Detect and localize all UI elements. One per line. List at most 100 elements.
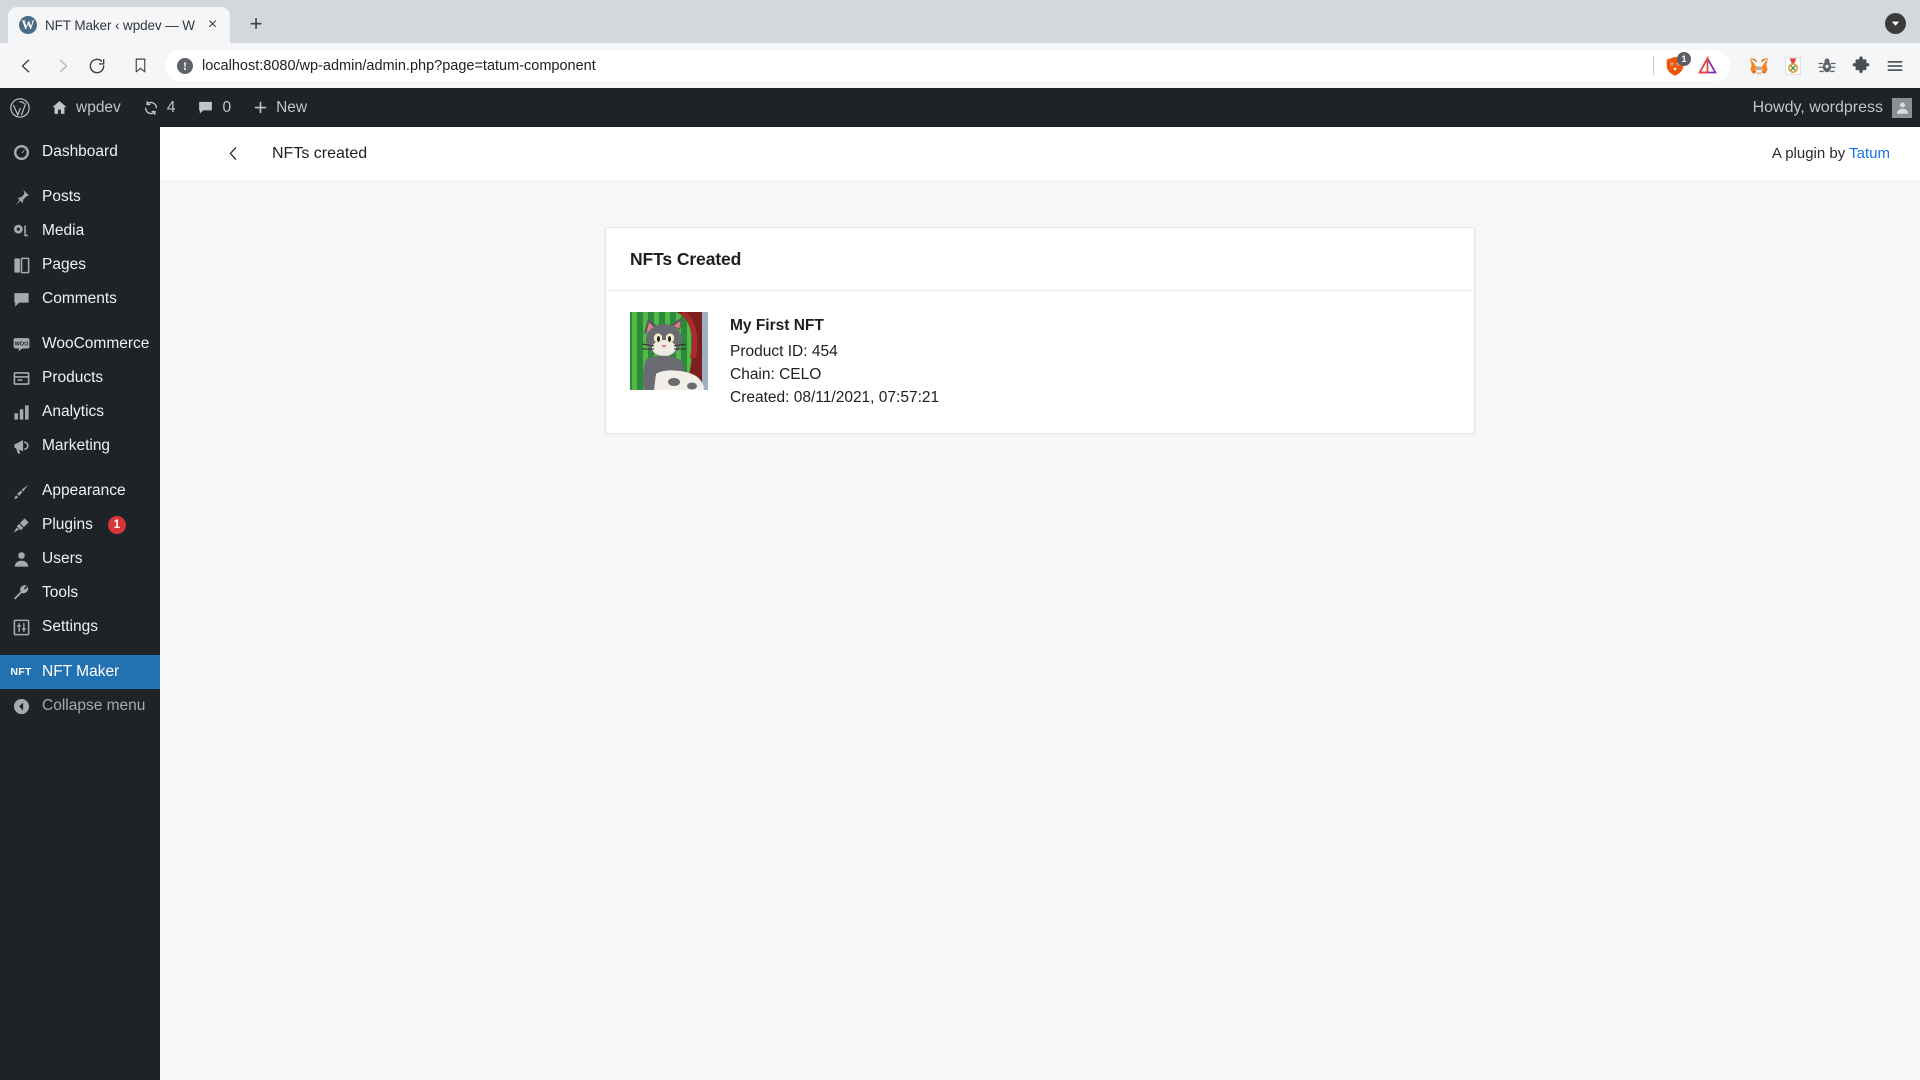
nft-name: My First NFT bbox=[730, 317, 824, 334]
pin-icon bbox=[10, 186, 32, 208]
chevron-left-icon[interactable] bbox=[216, 137, 250, 171]
brush-icon bbox=[10, 480, 32, 502]
admin-body: Dashboard Posts Media Pages Comments WOO… bbox=[0, 127, 1920, 1080]
account-menu[interactable]: Howdy, wordpress bbox=[1753, 88, 1920, 127]
sidebar-item-settings[interactable]: Settings bbox=[0, 610, 160, 644]
tab-title: NFT Maker ‹ wpdev — WordPres bbox=[45, 17, 195, 33]
plugins-update-badge: 1 bbox=[107, 516, 126, 534]
medal-icon[interactable] bbox=[1778, 51, 1808, 81]
omnibox-actions: 1 bbox=[1653, 51, 1724, 81]
updates-count: 4 bbox=[166, 98, 176, 116]
new-tab-button[interactable]: + bbox=[239, 7, 273, 41]
sidebar-item-users[interactable]: Users bbox=[0, 542, 160, 576]
reload-icon[interactable] bbox=[80, 49, 113, 82]
puzzle-icon[interactable] bbox=[1846, 51, 1876, 81]
plugin-header-bar: NFTs created A plugin by Tatum bbox=[160, 127, 1920, 180]
comments-indicator[interactable]: 0 bbox=[186, 88, 242, 127]
sidebar-item-label: Comments bbox=[42, 290, 117, 307]
browser-window: W NFT Maker ‹ wpdev — WordPres × + ! loc… bbox=[0, 0, 1920, 1080]
sidebar-item-label: Tools bbox=[42, 584, 79, 601]
nft-thumbnail bbox=[630, 312, 708, 390]
page-viewport: wpdev 4 0 New Howdy, wordpress Dashboard… bbox=[0, 88, 1920, 1080]
sidebar-item-label: Marketing bbox=[42, 437, 111, 454]
sidebar-item-products[interactable]: Products bbox=[0, 361, 160, 395]
address-bar[interactable]: ! localhost:8080/wp-admin/admin.php?page… bbox=[165, 50, 1730, 81]
extension-toolbar bbox=[1738, 51, 1910, 81]
menu-separator bbox=[0, 463, 160, 474]
wordpress-favicon-icon: W bbox=[19, 16, 37, 34]
forward-icon[interactable] bbox=[45, 49, 78, 82]
sidebar-item-media[interactable]: Media bbox=[0, 214, 160, 248]
wp-admin-bar: wpdev 4 0 New Howdy, wordpress bbox=[0, 88, 1920, 127]
sidebar-item-appearance[interactable]: Appearance bbox=[0, 474, 160, 508]
nft-product-id: Product ID: 454 bbox=[730, 343, 838, 360]
nft-details: My First NFT Product ID: 454 Chain: CELO… bbox=[730, 312, 939, 409]
nft-icon: NFT bbox=[10, 666, 32, 678]
plugin-credit-prefix: A plugin by bbox=[1771, 145, 1850, 162]
sidebar-item-tools[interactable]: Tools bbox=[0, 576, 160, 610]
brave-shield-icon[interactable]: 1 bbox=[1664, 51, 1691, 77]
megaphone-icon bbox=[10, 435, 32, 457]
divider bbox=[1653, 56, 1654, 75]
nft-chain: Chain: CELO bbox=[730, 365, 822, 383]
new-content-menu[interactable]: New bbox=[242, 88, 318, 127]
browser-tab[interactable]: W NFT Maker ‹ wpdev — WordPres × bbox=[8, 7, 230, 43]
sidebar-item-plugins[interactable]: Plugins 1 bbox=[0, 508, 160, 542]
back-icon[interactable] bbox=[10, 49, 43, 82]
plugin-credit: A plugin by Tatum bbox=[1772, 145, 1890, 162]
comment-icon bbox=[10, 288, 32, 310]
new-label: New bbox=[276, 98, 308, 116]
avatar bbox=[1892, 97, 1912, 118]
admin-sidebar: Dashboard Posts Media Pages Comments WOO… bbox=[0, 127, 160, 1080]
pages-icon bbox=[10, 254, 32, 276]
sidebar-item-posts[interactable]: Posts bbox=[0, 180, 160, 214]
sidebar-item-label: Settings bbox=[42, 618, 99, 635]
menu-separator bbox=[0, 644, 160, 655]
sidebar-item-woocommerce[interactable]: WOO WooCommerce bbox=[0, 327, 160, 361]
bug-icon[interactable] bbox=[1812, 51, 1842, 81]
sidebar-item-label: Users bbox=[42, 550, 83, 567]
woocommerce-icon: WOO bbox=[10, 333, 32, 355]
plug-icon bbox=[10, 514, 32, 536]
wrench-icon bbox=[10, 582, 32, 604]
menu-separator bbox=[0, 169, 160, 180]
url-text[interactable]: localhost:8080/wp-admin/admin.php?page=t… bbox=[202, 58, 1644, 74]
comments-count: 0 bbox=[222, 98, 232, 116]
user-icon bbox=[10, 548, 32, 570]
sidebar-item-pages[interactable]: Pages bbox=[0, 248, 160, 282]
sidebar-item-nft-maker[interactable]: NFT NFT Maker bbox=[0, 655, 160, 689]
sidebar-item-label: Analytics bbox=[42, 403, 105, 420]
brave-rewards-triangle-icon[interactable] bbox=[1692, 51, 1722, 81]
sidebar-item-label: Appearance bbox=[42, 482, 126, 499]
products-icon bbox=[10, 367, 32, 389]
content-area: NFTs Created My First NFT Product ID: 45… bbox=[160, 180, 1920, 1080]
tab-strip: W NFT Maker ‹ wpdev — WordPres × + bbox=[0, 0, 1920, 43]
close-icon[interactable]: × bbox=[203, 16, 222, 35]
hamburger-menu-icon[interactable] bbox=[1880, 51, 1910, 81]
wordpress-logo-icon[interactable] bbox=[0, 88, 40, 127]
info-icon[interactable]: ! bbox=[177, 57, 193, 74]
chevron-down-icon[interactable] bbox=[1885, 13, 1906, 34]
site-name-menu[interactable]: wpdev bbox=[40, 88, 132, 127]
site-name-label: wpdev bbox=[76, 98, 121, 116]
page-title: NFTs created bbox=[272, 144, 368, 162]
nft-list-item[interactable]: My First NFT Product ID: 454 Chain: CELO… bbox=[606, 291, 1474, 433]
shield-badge-count: 1 bbox=[1677, 51, 1691, 66]
nfts-created-card: NFTs Created My First NFT Product ID: 45… bbox=[605, 227, 1475, 435]
sidebar-item-dashboard[interactable]: Dashboard bbox=[0, 135, 160, 169]
howdy-label: Howdy, wordpress bbox=[1752, 98, 1883, 116]
metamask-icon[interactable] bbox=[1744, 51, 1774, 81]
tatum-link[interactable]: Tatum bbox=[1849, 145, 1890, 162]
sidebar-item-marketing[interactable]: Marketing bbox=[0, 429, 160, 463]
sidebar-item-label: Pages bbox=[42, 256, 86, 273]
dashboard-icon bbox=[10, 141, 32, 163]
updates-indicator[interactable]: 4 bbox=[132, 88, 187, 127]
collapse-arrow-icon bbox=[10, 695, 32, 717]
bookmark-icon[interactable] bbox=[123, 49, 157, 82]
sidebar-item-label: Posts bbox=[42, 188, 81, 205]
sidebar-item-label: Dashboard bbox=[42, 143, 118, 160]
collapse-menu-button[interactable]: Collapse menu bbox=[0, 689, 160, 723]
sidebar-item-comments[interactable]: Comments bbox=[0, 282, 160, 316]
sidebar-item-label: NFT Maker bbox=[42, 663, 120, 680]
sidebar-item-analytics[interactable]: Analytics bbox=[0, 395, 160, 429]
